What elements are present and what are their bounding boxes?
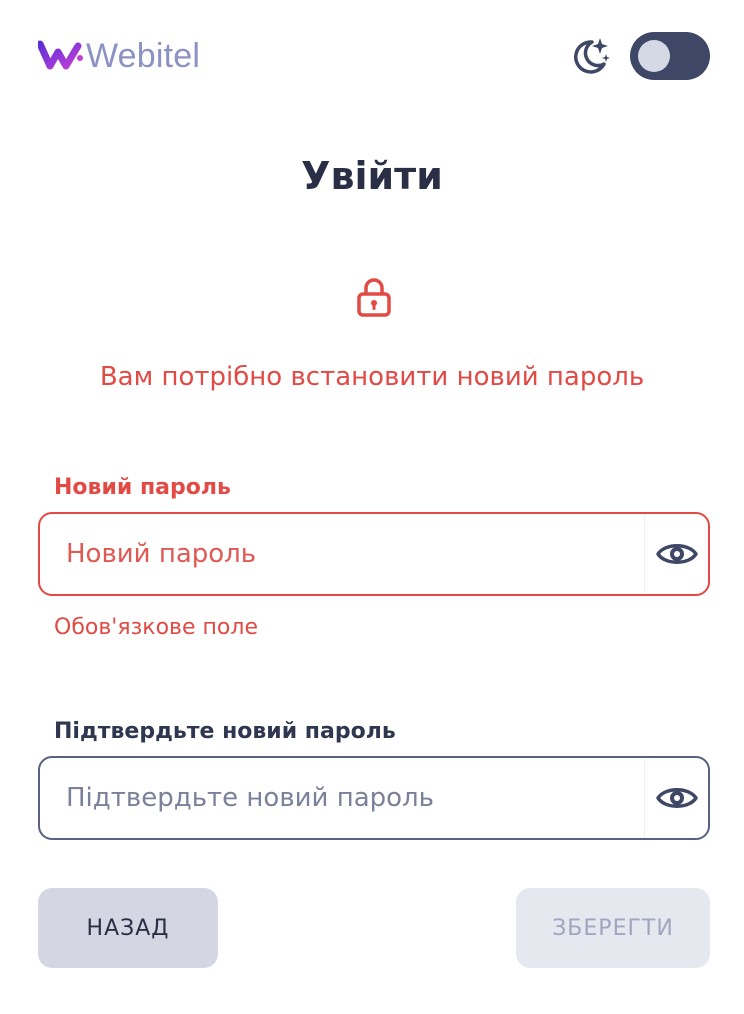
new-password-field <box>38 512 710 596</box>
dark-mode-toggle[interactable] <box>630 32 710 80</box>
login-page: Webitel Увійти Вам потрібно встановити н… <box>0 0 744 1014</box>
eye-icon <box>655 544 698 564</box>
back-button[interactable]: НАЗАД <box>38 888 218 968</box>
page-title: Увійти <box>301 154 443 198</box>
show-new-password-button[interactable] <box>644 514 708 594</box>
moon-stars-icon <box>574 38 610 74</box>
save-button[interactable]: ЗБЕРЕГТИ <box>516 888 710 968</box>
toggle-knob <box>638 40 670 72</box>
show-confirm-password-button[interactable] <box>644 758 708 838</box>
new-password-label: Новий пароль <box>54 475 231 500</box>
confirm-password-label: Підтвердьте новий пароль <box>54 719 396 744</box>
webitel-logo-icon <box>38 40 83 70</box>
lock-icon <box>357 278 391 317</box>
new-password-error: Обов'язкове поле <box>54 615 258 640</box>
new-password-input[interactable] <box>40 514 644 594</box>
eye-icon <box>655 788 698 808</box>
confirm-password-field <box>38 756 710 840</box>
logo-text: Webitel <box>86 37 201 75</box>
password-reset-notice: Вам потрібно встановити новий пароль <box>99 362 645 392</box>
confirm-password-input[interactable] <box>40 758 644 838</box>
webitel-logo: Webitel <box>38 36 200 76</box>
